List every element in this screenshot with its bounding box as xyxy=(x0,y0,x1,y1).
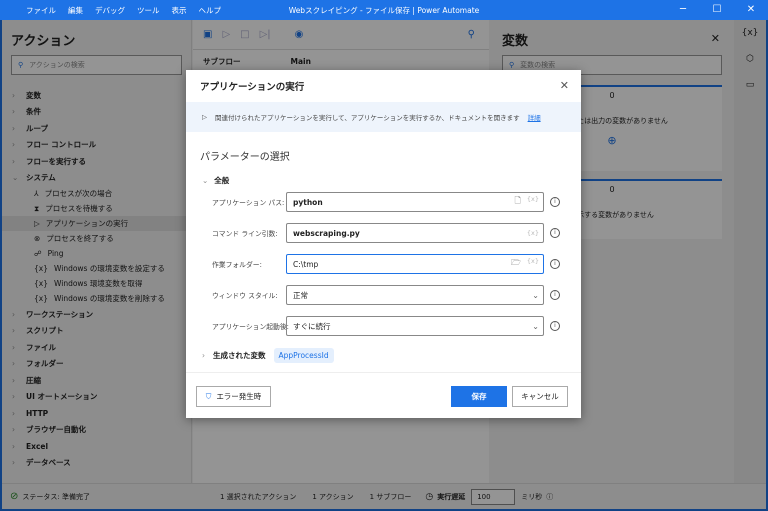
chevron-down-icon[interactable]: ⌄ xyxy=(532,291,539,300)
field-row: アプリケーション起動後: すぐに続行 ⌄ i xyxy=(186,314,581,338)
field-row: ウィンドウ スタイル: 正常 ⌄ i xyxy=(186,283,581,307)
info-icon[interactable]: i xyxy=(550,259,560,269)
shield-icon: ⛉ xyxy=(205,391,212,401)
menu-edit[interactable]: 編集 xyxy=(68,5,83,16)
menu-help[interactable]: ヘルプ xyxy=(199,5,222,16)
field-label: コマンド ライン引数: xyxy=(212,230,278,238)
field-dropdown[interactable]: 正常 ⌄ xyxy=(286,285,544,305)
folder-icon[interactable]: 🗁 xyxy=(511,257,521,271)
variable-picker-icon[interactable]: {x} xyxy=(527,229,539,237)
dialog-title: アプリケーションの実行 xyxy=(200,82,305,93)
field-input[interactable]: webscraping.py {x} xyxy=(286,223,544,243)
run-application-dialog: アプリケーションの実行 ✕ ▷ 関連付けられたアプリケーションを実行して、アプリケー… xyxy=(186,70,581,418)
menu-file[interactable]: ファイル xyxy=(26,5,56,16)
group-general[interactable]: ⌄ 全般 xyxy=(186,163,581,186)
variable-picker-icon[interactable]: {x} xyxy=(527,257,539,271)
field-label: アプリケーション起動後: xyxy=(212,323,289,331)
chevron-down-icon[interactable]: ⌄ xyxy=(532,322,539,331)
field-label: ウィンドウ スタイル: xyxy=(212,292,278,300)
field-dropdown[interactable]: すぐに続行 ⌄ xyxy=(286,316,544,336)
dialog-description: ▷ 関連付けられたアプリケーションを実行して、アプリケーションを実行するか、ドキュ… xyxy=(186,102,581,132)
maximize-button[interactable]: ☐ xyxy=(700,0,734,20)
field-row: アプリケーション パス: python 🗋 {x} i xyxy=(186,190,581,214)
generated-variables[interactable]: › 生成された変数 AppProcessId xyxy=(202,348,334,363)
info-icon[interactable]: i xyxy=(550,321,560,331)
on-error-button[interactable]: ⛉ エラー発生時 xyxy=(196,386,271,407)
minimize-button[interactable]: ─ xyxy=(666,0,700,20)
details-link[interactable]: 詳細 xyxy=(528,112,541,122)
params-heading: パラメーターの選択 xyxy=(200,152,290,163)
field-row: コマンド ライン引数: webscraping.py {x} i xyxy=(186,221,581,245)
cancel-button[interactable]: キャンセル xyxy=(512,386,568,407)
close-window-button[interactable]: ✕ xyxy=(734,0,768,20)
menu-tools[interactable]: ツール xyxy=(137,5,160,16)
chevron-right-icon: › xyxy=(202,351,205,360)
field-label: 作業フォルダー: xyxy=(212,261,262,269)
field-row: 作業フォルダー: C:\tmp 🗁 {x} i xyxy=(186,252,581,276)
save-button[interactable]: 保存 xyxy=(451,386,507,407)
info-icon[interactable]: i xyxy=(550,197,560,207)
field-input[interactable]: C:\tmp 🗁 {x} xyxy=(286,254,544,274)
field-input[interactable]: python 🗋 {x} xyxy=(286,192,544,212)
variable-chip[interactable]: AppProcessId xyxy=(273,348,334,363)
title-bar: ファイル 編集 デバッグ ツール 表示 ヘルプ Webスクレイピング - ファイ… xyxy=(0,0,768,20)
menu-view[interactable]: 表示 xyxy=(172,5,187,16)
chevron-down-icon: ⌄ xyxy=(202,176,209,185)
play-icon: ▷ xyxy=(202,113,207,121)
file-icon[interactable]: 🗋 xyxy=(514,195,520,209)
info-icon[interactable]: i xyxy=(550,228,560,238)
field-label: アプリケーション パス: xyxy=(212,199,285,207)
menu-bar: ファイル 編集 デバッグ ツール 表示 ヘルプ xyxy=(0,5,221,16)
menu-debug[interactable]: デバッグ xyxy=(95,5,125,16)
info-icon[interactable]: i xyxy=(550,290,560,300)
close-icon[interactable]: ✕ xyxy=(560,79,569,92)
variable-picker-icon[interactable]: {x} xyxy=(527,195,539,209)
